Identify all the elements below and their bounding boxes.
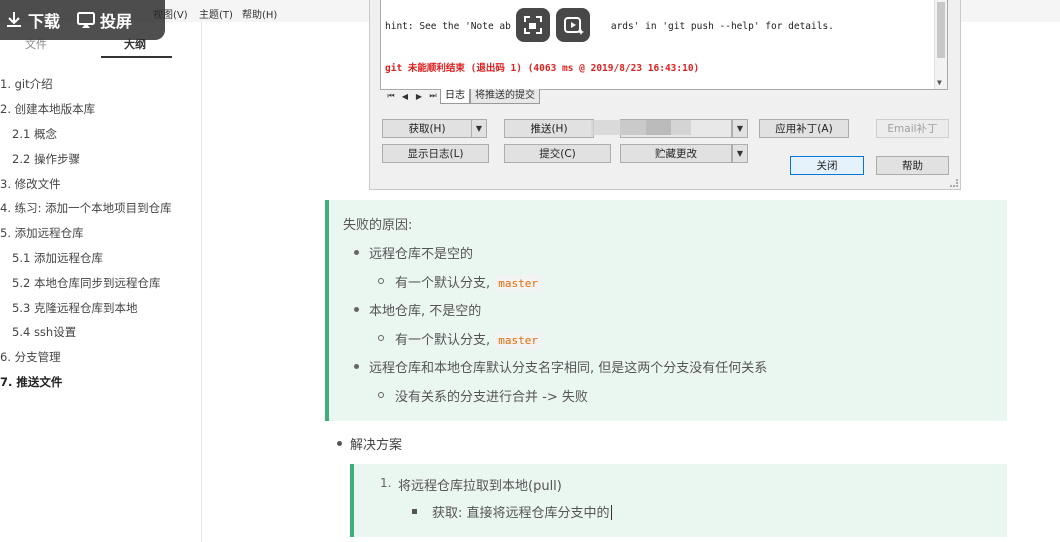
push-button[interactable]: 推送(H) — [504, 119, 594, 138]
reason-item: 远程仓库不是空的 — [369, 247, 474, 262]
menu-theme[interactable]: 主题(T) — [199, 6, 233, 21]
log-scrollbar[interactable]: ▼ — [934, 0, 947, 89]
active-tab-indicator — [101, 56, 172, 58]
tab-commits-to-push[interactable]: 将推送的提交 — [470, 88, 540, 104]
log-error-line: git 未能顺利结束 (退出码 1) (4063 ms @ 2019/8/23 … — [385, 63, 700, 74]
outline-item[interactable]: 2.2 操作步骤 — [0, 146, 202, 171]
square-bullet-icon — [412, 509, 417, 514]
stash-button[interactable]: 贮藏更改 — [620, 144, 732, 163]
solution-sub-item[interactable]: 获取: 直接将远程仓库分支中的 — [432, 502, 612, 521]
git-dialog-image: hint: See the 'Note ab ards' in 'git push… — [369, 0, 961, 190]
outline-item[interactable]: 6. 分支管理 — [0, 345, 202, 370]
reason-sub-item: 没有关系的分支进行合并 -> 失败 — [395, 390, 588, 405]
reason-item: 本地仓库, 不是空的 — [369, 304, 482, 319]
email-patch-button[interactable]: Email补丁 — [876, 119, 949, 138]
outline-item[interactable]: 1. git介绍 — [0, 72, 202, 97]
show-log-button[interactable]: 显示日志(L) — [382, 144, 489, 163]
outline-list: 1. git介绍 2. 创建本地版本库 2.1 概念 2.2 操作步骤 3. 修改文件 4… — [0, 72, 202, 394]
last-tab-icon[interactable]: ⏭ — [426, 91, 440, 101]
outline-item[interactable]: 5.1 添加远程仓库 — [0, 246, 202, 271]
fetch-dropdown-icon[interactable]: ▼ — [471, 119, 487, 138]
outline-item[interactable]: 5.3 克隆远程仓库到本地 — [0, 295, 202, 320]
apply-patch-button[interactable]: 应用补丁(A) — [759, 119, 849, 138]
sidebar: 文件 大纲 1. git介绍 2. 创建本地版本库 2.1 概念 2.2 操作步骤 3.… — [0, 22, 202, 542]
cast-label: 投屏 — [100, 12, 133, 31]
play-sparkle-icon — [564, 17, 584, 35]
log-tabs: ⏮ ◀ ▶ ⏭ 日志 将推送的提交 — [384, 88, 540, 104]
commit-button[interactable]: 提交(C) — [504, 144, 611, 163]
git-log-output: hint: See the 'Note ab ards' in 'git push… — [380, 0, 948, 90]
cast-button[interactable]: 投屏 — [76, 9, 132, 31]
first-tab-icon[interactable]: ⏮ — [384, 91, 398, 101]
reason-sub-item: 有一个默认分支, master — [395, 329, 543, 349]
play-summary-button[interactable] — [556, 8, 590, 42]
list-number: 1. — [380, 476, 392, 490]
prev-tab-icon[interactable]: ◀ — [398, 92, 412, 101]
pip-button[interactable] — [516, 8, 550, 42]
text-cursor — [610, 505, 612, 520]
bullet-icon — [337, 441, 342, 446]
blurred-region — [591, 120, 691, 135]
scroll-thumb[interactable] — [937, 2, 945, 58]
note-title: 失败的原因: — [343, 218, 413, 233]
next-tab-icon[interactable]: ▶ — [412, 92, 426, 101]
outline-item[interactable]: 4. 练习: 添加一个本地项目到仓库 — [0, 196, 202, 221]
sub-bullet-icon — [378, 278, 384, 284]
outline-item[interactable]: 5. 添加远程仓库 — [0, 221, 202, 246]
sub-bullet-icon — [378, 392, 384, 398]
close-button[interactable]: 关闭 — [790, 156, 864, 175]
download-icon — [7, 12, 21, 27]
outline-item[interactable]: 2.1 概念 — [0, 122, 202, 147]
log-hint-line: hint: See the 'Note ab ards' in 'git push… — [385, 21, 834, 32]
picture-in-picture-icon — [524, 16, 542, 34]
sub-bullet-icon — [378, 335, 384, 341]
code-master: master — [494, 332, 543, 349]
bullet-icon — [354, 307, 359, 312]
cast-icon — [77, 12, 95, 28]
resize-grip-icon[interactable] — [950, 179, 958, 187]
code-master: master — [494, 275, 543, 292]
stash-dropdown-icon[interactable]: ▼ — [732, 144, 748, 163]
failure-reasons-note: 失败的原因: 远程仓库不是空的 有一个默认分支, master 本地仓库, 不是… — [325, 200, 1007, 421]
outline-item[interactable]: 5.2 本地仓库同步到远程仓库 — [0, 270, 202, 295]
download-button[interactable]: 下载 — [4, 9, 60, 31]
solution-heading: 解决方案 — [350, 438, 403, 453]
help-button[interactable]: 帮助 — [876, 156, 949, 175]
video-overlay-bar: 下载 投屏 — [0, 0, 165, 40]
scroll-down-arrow-icon[interactable]: ▼ — [937, 78, 942, 87]
pull-dropdown-icon[interactable]: ▼ — [732, 119, 748, 138]
menu-help[interactable]: 帮助(H) — [242, 6, 277, 21]
reason-item: 远程仓库和本地仓库默认分支名字相同, 但是这两个分支没有任何关系 — [369, 361, 768, 376]
solution-note: 1. 将远程仓库拉取到本地(pull) 获取: 直接将远程仓库分支中的 — [350, 464, 1007, 537]
tab-log[interactable]: 日志 — [440, 88, 470, 104]
download-label: 下载 — [28, 12, 61, 31]
reason-sub-item: 有一个默认分支, master — [395, 272, 543, 292]
bullet-icon — [354, 364, 359, 369]
bullet-icon — [354, 250, 359, 255]
solution-item: 将远程仓库拉取到本地(pull) — [398, 479, 562, 494]
fetch-button[interactable]: 获取(H) — [382, 119, 472, 138]
outline-item[interactable]: 5.4 ssh设置 — [0, 320, 202, 345]
outline-item[interactable]: 3. 修改文件 — [0, 171, 202, 196]
outline-item[interactable]: 2. 创建本地版本库 — [0, 97, 202, 122]
outline-item[interactable]: 7. 推送文件 — [0, 370, 202, 395]
